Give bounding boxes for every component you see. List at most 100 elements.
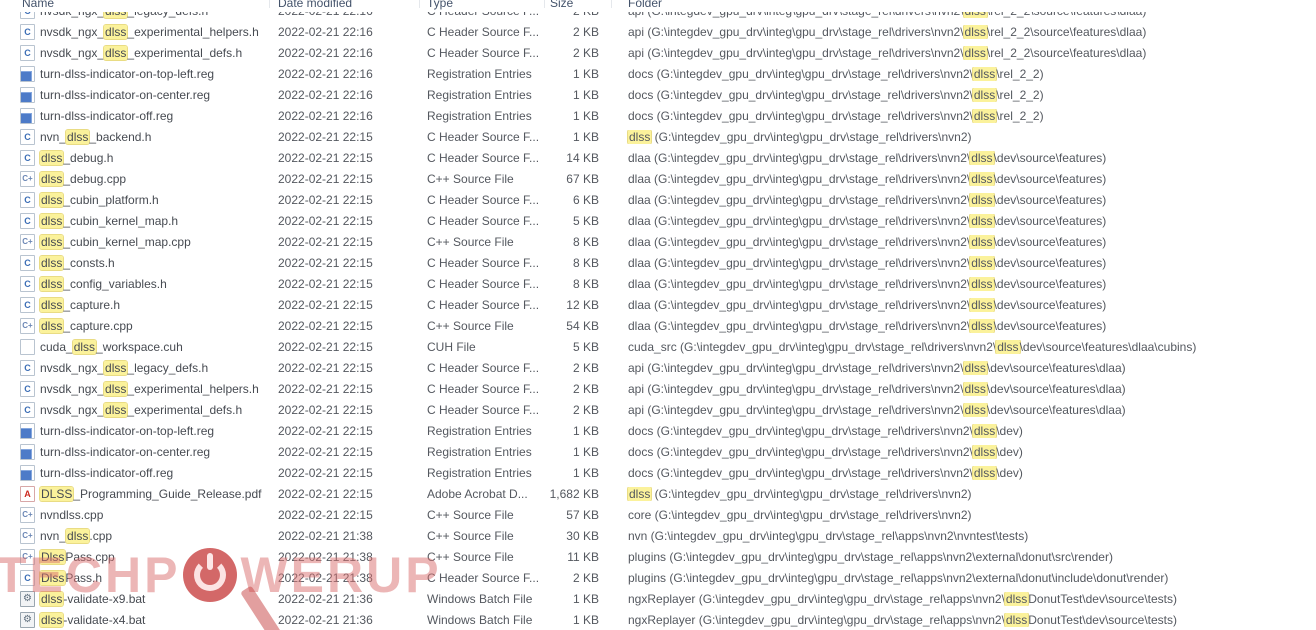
file-row[interactable]: ⚙dlss-validate-x9.bat2022-02-21 21:36Win… bbox=[0, 588, 1316, 609]
file-folder-path: docs (G:\integdev_gpu_drv\integ\gpu_drv\… bbox=[612, 424, 1316, 438]
file-folder-path: ngxReplayer (G:\integdev_gpu_drv\integ\g… bbox=[612, 592, 1316, 606]
search-highlight: dlss bbox=[973, 67, 996, 81]
search-highlight: dlss bbox=[970, 256, 993, 270]
file-name: dlss_capture.cpp bbox=[40, 319, 133, 333]
file-size: 1 KB bbox=[545, 109, 612, 123]
date-modified: 2022-02-21 22:16 bbox=[270, 67, 420, 81]
search-highlight: Dlss bbox=[40, 571, 65, 585]
search-highlight: dlss bbox=[970, 193, 993, 207]
c-header-file-icon: C bbox=[20, 297, 35, 313]
file-type: Registration Entries bbox=[420, 109, 545, 123]
search-highlight: dlss bbox=[964, 361, 987, 375]
file-type: C++ Source File bbox=[420, 235, 545, 249]
file-row[interactable]: turn-dlss-indicator-off.reg2022-02-21 22… bbox=[0, 105, 1316, 126]
search-highlight: dlss bbox=[104, 361, 127, 375]
clipped-file-row[interactable]: Cnvsdk_ngx_dlss_legacy_defs.h2022-02-21 … bbox=[0, 12, 1316, 21]
column-header-name[interactable]: Name bbox=[0, 0, 270, 8]
file-name-cell: turn-dlss-indicator-on-top-left.reg bbox=[0, 423, 270, 439]
file-row[interactable]: Cnvn_dlss_backend.h2022-02-21 22:15C Hea… bbox=[0, 126, 1316, 147]
file-type: C++ Source File bbox=[420, 172, 545, 186]
file-row[interactable]: Cnvsdk_ngx_dlss_legacy_defs.h2022-02-21 … bbox=[0, 12, 1316, 21]
file-folder-path: ngxReplayer (G:\integdev_gpu_drv\integ\g… bbox=[612, 613, 1316, 627]
file-size: 14 KB bbox=[545, 151, 612, 165]
search-highlight: dlss bbox=[40, 319, 63, 333]
file-folder-path: docs (G:\integdev_gpu_drv\integ\gpu_drv\… bbox=[612, 67, 1316, 81]
date-modified: 2022-02-21 22:15 bbox=[270, 193, 420, 207]
file-size: 2 KB bbox=[545, 571, 612, 585]
file-type: C Header Source F... bbox=[420, 130, 545, 144]
file-folder-path: api (G:\integdev_gpu_drv\integ\gpu_drv\s… bbox=[612, 382, 1316, 396]
batch-file-icon: ⚙ bbox=[20, 591, 35, 607]
file-type: Registration Entries bbox=[420, 466, 545, 480]
file-explorer-search-results: Name Date modified Type Size Folder Cnvs… bbox=[0, 0, 1316, 630]
file-folder-path: dlaa (G:\integdev_gpu_drv\integ\gpu_drv\… bbox=[612, 319, 1316, 333]
file-size: 57 KB bbox=[545, 508, 612, 522]
cpp-file-icon: C+ bbox=[20, 507, 35, 523]
file-row[interactable]: cuda_dlss_workspace.cuh2022-02-21 22:15C… bbox=[0, 336, 1316, 357]
file-row[interactable]: C+nvn_dlss.cpp2022-02-21 21:38C++ Source… bbox=[0, 525, 1316, 546]
file-row[interactable]: Cdlss_config_variables.h2022-02-21 22:15… bbox=[0, 273, 1316, 294]
search-highlight: dlss bbox=[40, 151, 63, 165]
file-name: turn-dlss-indicator-off.reg bbox=[40, 109, 173, 123]
search-highlight: dlss bbox=[970, 298, 993, 312]
file-name: dlss_capture.h bbox=[40, 298, 120, 312]
file-row[interactable]: turn-dlss-indicator-on-top-left.reg2022-… bbox=[0, 63, 1316, 84]
file-folder-path: dlaa (G:\integdev_gpu_drv\integ\gpu_drv\… bbox=[612, 235, 1316, 249]
file-size: 54 KB bbox=[545, 319, 612, 333]
file-size: 1 KB bbox=[545, 130, 612, 144]
search-highlight: dlss bbox=[104, 382, 127, 396]
registry-file-icon bbox=[20, 87, 35, 103]
file-row[interactable]: Cnvsdk_ngx_dlss_experimental_helpers.h20… bbox=[0, 378, 1316, 399]
file-row[interactable]: C+nvndlss.cpp2022-02-21 22:15C++ Source … bbox=[0, 504, 1316, 525]
file-row[interactable]: Cnvsdk_ngx_dlss_legacy_defs.h2022-02-21 … bbox=[0, 357, 1316, 378]
file-row[interactable]: Cdlss_debug.h2022-02-21 22:15C Header So… bbox=[0, 147, 1316, 168]
file-row[interactable]: Cdlss_cubin_platform.h2022-02-21 22:15C … bbox=[0, 189, 1316, 210]
file-row[interactable]: Cnvsdk_ngx_dlss_experimental_helpers.h20… bbox=[0, 21, 1316, 42]
file-row[interactable]: turn-dlss-indicator-on-center.reg2022-02… bbox=[0, 84, 1316, 105]
file-folder-path: dlaa (G:\integdev_gpu_drv\integ\gpu_drv\… bbox=[612, 193, 1316, 207]
column-header-date-modified[interactable]: Date modified bbox=[270, 0, 420, 8]
file-row[interactable]: C+DlssPass.cpp2022-02-21 21:38C++ Source… bbox=[0, 546, 1316, 567]
search-highlight: dlss bbox=[1005, 613, 1028, 627]
file-row[interactable]: C+dlss_debug.cpp2022-02-21 22:15C++ Sour… bbox=[0, 168, 1316, 189]
file-name: dlss_debug.h bbox=[40, 151, 113, 165]
file-row[interactable]: Cdlss_cubin_kernel_map.h2022-02-21 22:15… bbox=[0, 210, 1316, 231]
c-header-file-icon: C bbox=[20, 213, 35, 229]
file-row[interactable]: Cnvsdk_ngx_dlss_experimental_defs.h2022-… bbox=[0, 42, 1316, 63]
file-row[interactable]: C+dlss_capture.cpp2022-02-21 22:15C++ So… bbox=[0, 315, 1316, 336]
file-name: DlssPass.cpp bbox=[40, 550, 115, 564]
date-modified: 2022-02-21 22:15 bbox=[270, 277, 420, 291]
file-name-cell: Cdlss_debug.h bbox=[0, 150, 270, 166]
file-type: C++ Source File bbox=[420, 319, 545, 333]
column-header-size[interactable]: Size bbox=[545, 0, 612, 8]
file-folder-path: dlaa (G:\integdev_gpu_drv\integ\gpu_drv\… bbox=[612, 298, 1316, 312]
file-name-cell: Cdlss_cubin_kernel_map.h bbox=[0, 213, 270, 229]
file-row[interactable]: turn-dlss-indicator-off.reg2022-02-21 22… bbox=[0, 462, 1316, 483]
column-header-folder[interactable]: Folder bbox=[612, 0, 1316, 8]
file-type: C Header Source F... bbox=[420, 298, 545, 312]
file-row[interactable]: ADLSS_Programming_Guide_Release.pdf2022-… bbox=[0, 483, 1316, 504]
file-type: C++ Source File bbox=[420, 550, 545, 564]
column-header-type[interactable]: Type bbox=[420, 0, 545, 8]
file-row[interactable]: Cdlss_consts.h2022-02-21 22:15C Header S… bbox=[0, 252, 1316, 273]
file-type: C++ Source File bbox=[420, 529, 545, 543]
search-highlight: dlss bbox=[973, 88, 996, 102]
file-row[interactable]: Cnvsdk_ngx_dlss_experimental_defs.h2022-… bbox=[0, 399, 1316, 420]
file-row[interactable]: C+dlss_cubin_kernel_map.cpp2022-02-21 22… bbox=[0, 231, 1316, 252]
file-name: nvsdk_ngx_dlss_experimental_defs.h bbox=[40, 403, 242, 417]
file-name: nvsdk_ngx_dlss_experimental_helpers.h bbox=[40, 25, 259, 39]
file-name-cell: turn-dlss-indicator-on-top-left.reg bbox=[0, 66, 270, 82]
file-name: dlss_cubin_kernel_map.h bbox=[40, 214, 178, 228]
file-row[interactable]: Cdlss_capture.h2022-02-21 22:15C Header … bbox=[0, 294, 1316, 315]
file-type: C Header Source F... bbox=[420, 256, 545, 270]
file-row[interactable]: turn-dlss-indicator-on-top-left.reg2022-… bbox=[0, 420, 1316, 441]
search-highlight: dlss bbox=[970, 172, 993, 186]
file-type: C Header Source F... bbox=[420, 214, 545, 228]
file-row[interactable]: turn-dlss-indicator-on-center.reg2022-02… bbox=[0, 441, 1316, 462]
file-name-cell: ⚙dlss-validate-x4.bat bbox=[0, 612, 270, 628]
file-size: 11 KB bbox=[545, 550, 612, 564]
search-highlight: dlss bbox=[964, 12, 987, 18]
file-row[interactable]: CDlssPass.h2022-02-21 21:38C Header Sour… bbox=[0, 567, 1316, 588]
date-modified: 2022-02-21 22:15 bbox=[270, 256, 420, 270]
file-row[interactable]: ⚙dlss-validate-x4.bat2022-02-21 21:36Win… bbox=[0, 609, 1316, 630]
